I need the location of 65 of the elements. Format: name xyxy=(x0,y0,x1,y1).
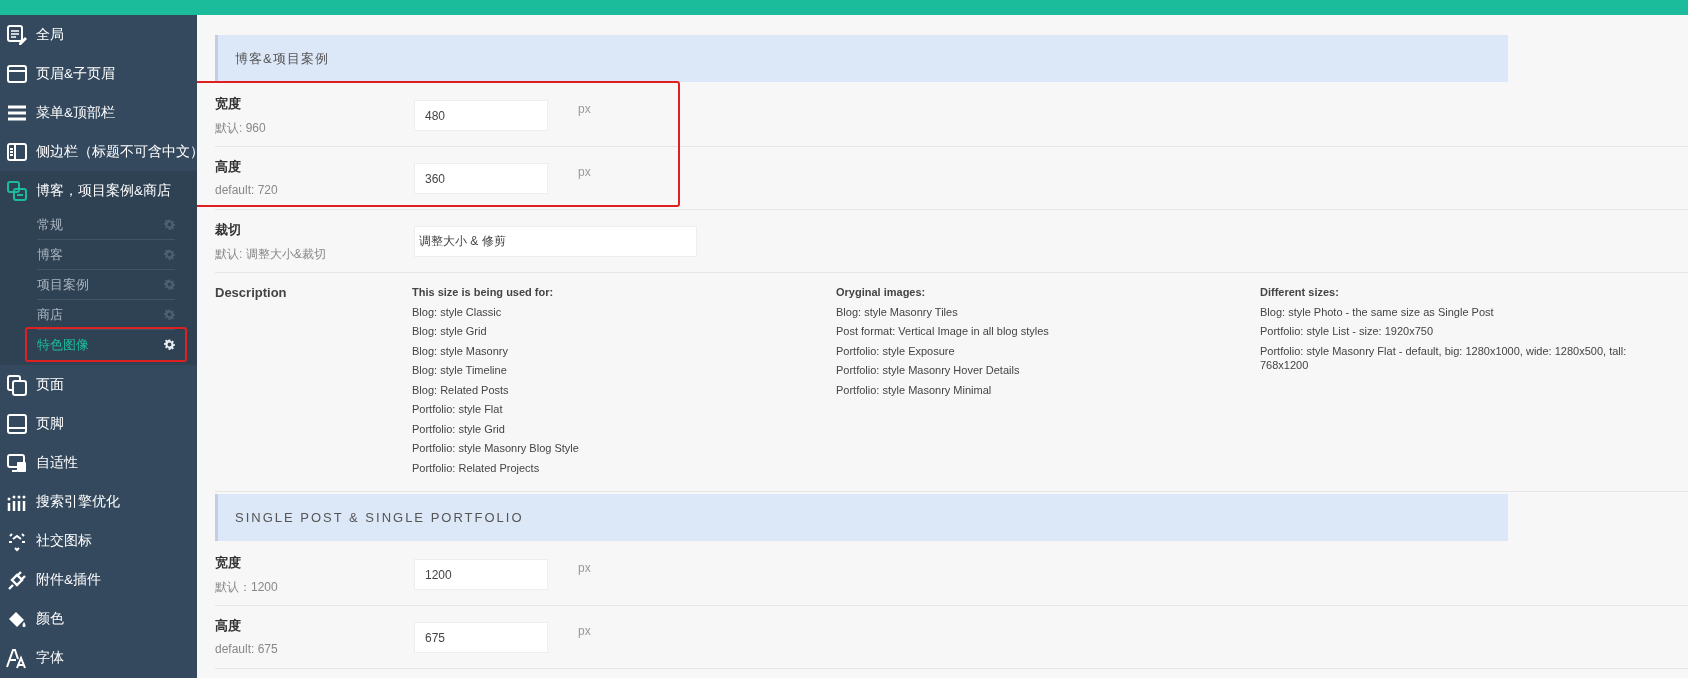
unit-label: px xyxy=(578,102,591,116)
sidebar-item[interactable]: 附件&插件 xyxy=(0,560,197,599)
sidebar-item[interactable]: 搜索引擎优化 xyxy=(0,482,197,521)
field-hint: default: 720 xyxy=(215,183,278,197)
description-line: Portfolio: style Grid xyxy=(412,421,506,436)
field-hint: 默认: 调整大小&裁切 xyxy=(215,246,326,263)
field-hint: default: 675 xyxy=(215,642,278,656)
sidebar-item[interactable]: 字体 xyxy=(0,638,197,677)
sidebar-item[interactable]: 页脚 xyxy=(0,404,197,443)
field-label: 高度 xyxy=(215,158,241,176)
description-line: Blog: style Masonry xyxy=(412,343,509,358)
field-label: 宽度 xyxy=(215,95,241,113)
unit-label: px xyxy=(578,624,591,638)
sidebar-subitem[interactable]: 项目案例 xyxy=(37,270,175,300)
gear-icon xyxy=(164,249,175,260)
description-line: Blog: style Masonry Tiles xyxy=(836,304,959,319)
description-line: Portfolio: style Masonry Blog Style xyxy=(412,441,580,456)
sidebar-item[interactable]: 自适性 xyxy=(0,443,197,482)
input-field[interactable]: 480 xyxy=(414,100,548,131)
sidebar-subitem[interactable]: 特色图像 xyxy=(37,330,175,359)
description-line: Portfolio: style Exposure xyxy=(836,343,956,358)
column-heading: Oryginal images: xyxy=(836,285,927,300)
description-line: Post format: Vertical Image in all blog styles xyxy=(836,324,1050,339)
description-line: Blog: style Timeline xyxy=(412,363,508,378)
gear-icon xyxy=(164,279,175,290)
gear-icon xyxy=(164,339,175,350)
input-field[interactable]: 360 xyxy=(414,163,548,194)
column-heading: This size is being used for: xyxy=(412,285,555,300)
description-line: Portfolio: style Masonry Flat - default, big: 1280x1000, wide: 1280x500, tall: 768x1200 xyxy=(1260,343,1628,373)
input-field[interactable]: 调整大小 & 修剪 xyxy=(414,226,697,257)
sidebar-subitem[interactable]: 博客 xyxy=(37,240,175,270)
description-line: Blog: style Classic xyxy=(412,304,503,319)
field-hint: 默认：1200 xyxy=(215,579,278,596)
field-label: 高度 xyxy=(215,617,241,635)
sidebar-item[interactable]: 侧边栏（标题不可含中文） xyxy=(0,132,197,171)
description-line: Blog: Related Posts xyxy=(412,382,510,397)
description-line: Portfolio: style Masonry Hover Details xyxy=(836,363,1021,378)
description-line: Blog: style Grid xyxy=(412,324,488,339)
description-line: Portfolio: style List - size: 1920x750 xyxy=(1260,324,1435,339)
description-line: Portfolio: Related Projects xyxy=(412,460,541,475)
sidebar-item[interactable]: 页面 xyxy=(0,365,197,404)
unit-label: px xyxy=(578,165,591,179)
sidebar-item[interactable]: 菜单&顶部栏 xyxy=(0,93,197,132)
sidebar-subitem[interactable]: 常规 xyxy=(37,210,175,240)
description-line: Portfolio: style Masonry Minimal xyxy=(836,382,993,397)
field-hint: 默认: 960 xyxy=(215,120,266,137)
field-label: Description xyxy=(215,284,288,302)
section-header: 博客&项目案例 xyxy=(215,35,1508,82)
sidebar-item[interactable]: 博客，项目案例&商店 xyxy=(0,171,197,210)
field-label: 裁切 xyxy=(215,221,241,239)
unit-label: px xyxy=(578,561,591,575)
description-line: Blog: style Photo - the same size as Single Post xyxy=(1260,304,1495,319)
section-header: SINGLE POST & SINGLE PORTFOLIO xyxy=(215,494,1508,541)
gear-icon xyxy=(164,219,175,230)
sidebar-subitem[interactable]: 商店 xyxy=(37,300,175,330)
input-field[interactable]: 675 xyxy=(414,622,548,653)
column-heading: Different sizes: xyxy=(1260,285,1340,300)
gear-icon xyxy=(164,309,175,320)
sidebar-item[interactable]: 全局 xyxy=(0,15,197,54)
sidebar-item[interactable]: 社交图标 xyxy=(0,521,197,560)
sidebar-item[interactable]: 颜色 xyxy=(0,599,197,638)
field-label: 宽度 xyxy=(215,554,241,572)
description-line: Portfolio: style Flat xyxy=(412,402,504,417)
sidebar-item[interactable]: 页眉&子页眉 xyxy=(0,54,197,93)
input-field[interactable]: 1200 xyxy=(414,559,548,590)
